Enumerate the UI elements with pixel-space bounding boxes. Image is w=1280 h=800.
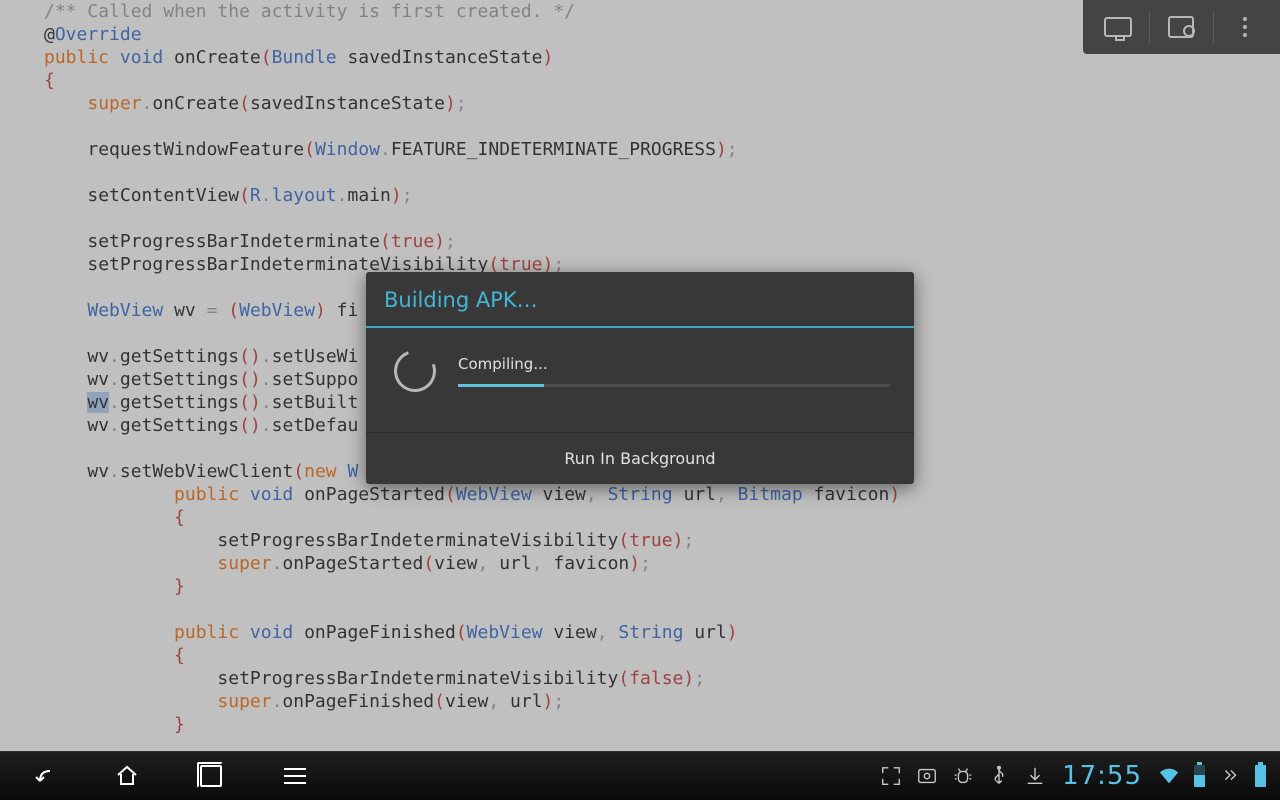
menu-button[interactable] bbox=[280, 761, 310, 791]
overflow-menu-icon[interactable] bbox=[1218, 0, 1272, 54]
download-icon bbox=[1024, 765, 1046, 787]
expand-icon[interactable] bbox=[880, 765, 902, 787]
battery-status-icon bbox=[1194, 765, 1205, 787]
spinner-icon bbox=[387, 343, 443, 399]
dialog-title: Building APK… bbox=[366, 272, 914, 328]
back-button[interactable] bbox=[28, 761, 58, 791]
dialog-message: Compiling... bbox=[458, 355, 890, 373]
usb-icon bbox=[988, 765, 1010, 787]
device-search-icon[interactable] bbox=[1154, 0, 1208, 54]
run-in-background-button[interactable]: Run In Background bbox=[366, 432, 914, 484]
monitor-icon[interactable] bbox=[1091, 0, 1145, 54]
clock[interactable]: 17:55 bbox=[1062, 761, 1142, 791]
wifi-icon bbox=[1158, 765, 1180, 787]
toolbar-separator bbox=[1213, 11, 1214, 43]
recent-apps-button[interactable] bbox=[196, 761, 226, 791]
android-debug-icon bbox=[952, 765, 974, 787]
system-navigation-bar: 17:55 bbox=[0, 751, 1280, 800]
battery-full-icon bbox=[1255, 765, 1266, 787]
more-notifications-icon[interactable] bbox=[1219, 765, 1241, 787]
build-progress-dialog: Building APK… Compiling... Run In Backgr… bbox=[366, 272, 914, 484]
editor-toolbar bbox=[1083, 0, 1280, 54]
home-button[interactable] bbox=[112, 761, 142, 791]
screenshot-icon[interactable] bbox=[916, 765, 938, 787]
toolbar-separator bbox=[1149, 11, 1150, 43]
progress-bar bbox=[458, 384, 890, 387]
